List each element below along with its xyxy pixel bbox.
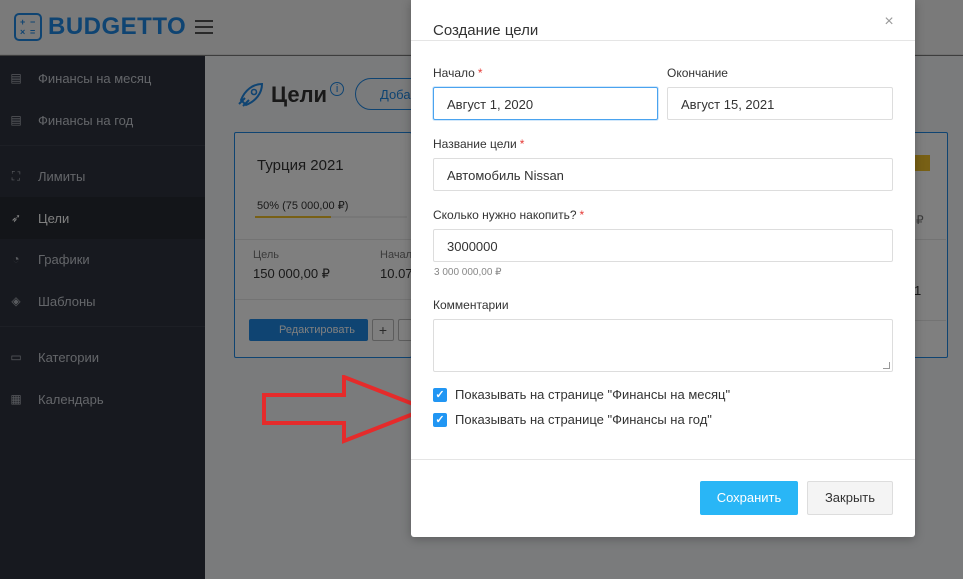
start-date-label-text: Начало [433,66,475,80]
start-date-input[interactable]: Август 1, 2020 [433,87,658,120]
required-mark: * [519,137,525,151]
show-on-year-checkbox-row[interactable]: ✓ Показывать на странице "Финансы на год… [433,412,712,427]
goal-name-label-text: Название цели [433,137,517,151]
red-arrow-annotation [262,375,432,444]
required-mark: * [477,66,483,80]
modal-title: Создание цели [433,22,539,39]
show-on-month-checkbox-row[interactable]: ✓ Показывать на странице "Финансы на мес… [433,387,730,402]
close-button[interactable]: Закрыть [807,481,893,515]
start-date-label: Начало * [433,66,482,80]
create-goal-modal: Создание цели × Начало * Август 1, 2020 О… [411,0,915,537]
goal-name-label: Название цели * [433,137,524,151]
amount-label-text: Сколько нужно накопить? [433,208,577,222]
required-mark: * [579,208,585,222]
amount-hint: 3 000 000,00 ₽ [434,267,502,278]
modal-footer-divider [411,459,915,460]
show-on-month-label: Показывать на странице "Финансы на месяц… [455,387,731,402]
show-on-year-checkbox[interactable]: ✓ [433,412,447,427]
comments-label: Комментарии [433,298,509,312]
show-on-year-label: Показывать на странице "Финансы на год" [455,412,712,427]
end-date-label: Окончание [667,66,728,80]
resize-handle-icon[interactable] [883,362,890,369]
comments-textarea[interactable] [433,319,893,372]
amount-input[interactable]: 3000000 [433,229,893,262]
close-icon[interactable]: × [879,12,899,32]
amount-label: Сколько нужно накопить? * [433,208,584,222]
show-on-month-checkbox[interactable]: ✓ [433,387,447,402]
goal-name-input[interactable]: Автомобиль Nissan [433,158,893,191]
save-button[interactable]: Сохранить [700,481,798,515]
modal-header-divider [411,40,915,41]
end-date-input[interactable]: Август 15, 2021 [667,87,893,120]
